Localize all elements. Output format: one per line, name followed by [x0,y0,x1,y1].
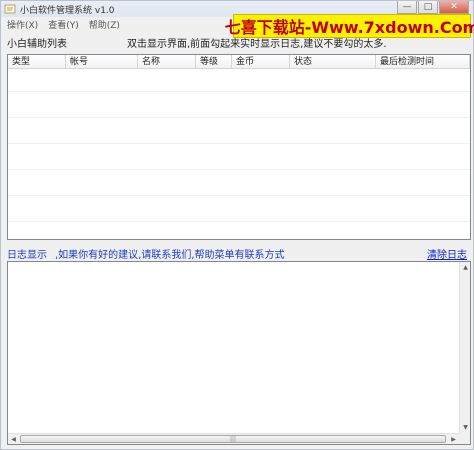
grid-line [8,221,470,222]
account-list[interactable]: 类型 帐号 名称 等级 金币 状态 最后检测时间 [7,54,471,240]
clear-log-link[interactable]: 清除日志 [427,246,467,261]
column-level[interactable]: 等级 [196,55,232,69]
scroll-right-icon[interactable]: ▶ [448,434,459,445]
grid-line [8,91,470,92]
menu-view[interactable]: 查看(Y) [48,18,79,31]
grid-line [8,169,470,170]
list-body[interactable] [8,69,470,239]
scroll-down-icon[interactable]: ▼ [460,422,471,433]
log-label: 日志显示 [7,250,47,261]
column-gold[interactable]: 金币 [232,55,290,69]
menu-help[interactable]: 帮助(Z) [89,18,120,31]
horizontal-scroll-thumb[interactable]: ||| [20,435,446,443]
log-hint: ,如果你有好的建议,请联系我们,帮助菜单有联系方式 [55,250,285,261]
list-column-headers: 类型 帐号 名称 等级 金币 状态 最后检测时间 [8,55,470,69]
log-panel: ▲ ▼ ◀ ||| ▶ [7,261,471,445]
column-status[interactable]: 状态 [290,55,376,69]
scroll-left-icon[interactable]: ◀ [8,434,19,445]
watermark-banner: 七喜下载站-Www.7xdown.Com [225,14,474,38]
app-window: 小白软件管理系统 v1.0 — □ ✕ 七喜下载站-Www.7xdown.Com… [0,0,474,450]
column-account[interactable]: 帐号 [66,55,138,69]
horizontal-scrollbar[interactable]: ◀ ||| ▶ [8,433,459,444]
grid-line [8,143,470,144]
column-type[interactable]: 类型 [8,55,66,69]
grid-line [8,117,470,118]
minimize-button[interactable]: — [397,1,417,14]
window-title: 小白软件管理系统 v1.0 [20,5,115,16]
grid-line [8,195,470,196]
app-icon [4,3,16,15]
column-name[interactable]: 名称 [138,55,196,69]
log-textarea[interactable] [8,262,460,432]
column-last-check-time[interactable]: 最后检测时间 [376,55,470,69]
window-controls: — □ ✕ [397,1,469,15]
minimize-icon: — [402,2,412,12]
close-button[interactable]: ✕ [439,1,469,14]
maximize-icon: □ [423,2,433,12]
close-icon: ✕ [450,2,458,12]
log-header: 日志显示 ,如果你有好的建议,请联系我们,帮助菜单有联系方式 清除日志 [7,246,469,261]
list-title: 小白辅助列表 [7,39,67,50]
vertical-scrollbar[interactable]: ▲ ▼ [459,262,470,433]
scroll-up-icon[interactable]: ▲ [460,262,471,273]
grip-icon: ||| [229,435,237,443]
scroll-corner [459,433,470,444]
menu-operate[interactable]: 操作(X) [7,18,38,31]
maximize-button[interactable]: □ [418,1,438,14]
